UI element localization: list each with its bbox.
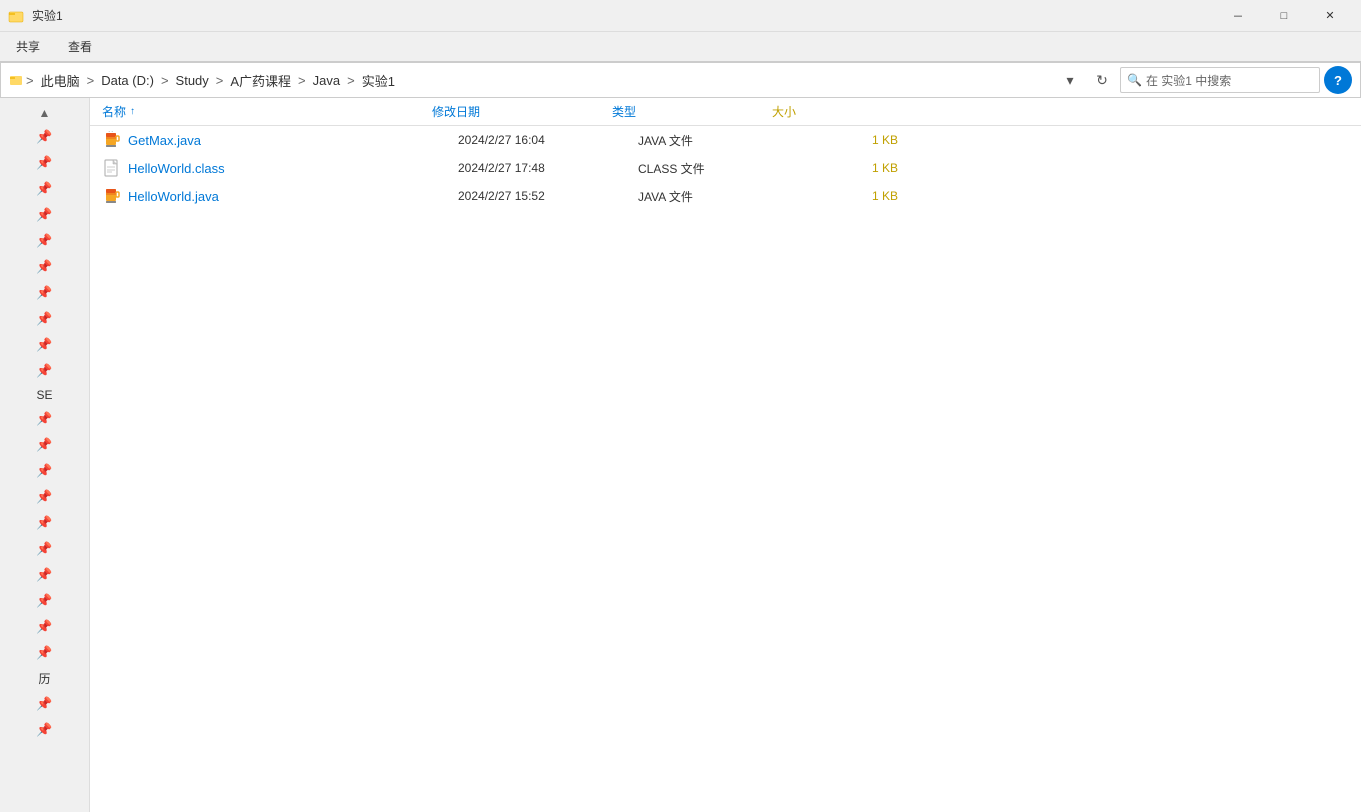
content-area: 名称 ↑ 修改日期 类型 大小 bbox=[90, 98, 1361, 812]
pin-item-14[interactable]: 📌 bbox=[37, 489, 53, 505]
breadcrumb-data[interactable]: Data (D:) bbox=[97, 71, 158, 90]
pin-item-22[interactable]: 📌 bbox=[37, 722, 53, 738]
pin-item-9[interactable]: 📌 bbox=[37, 337, 53, 353]
pin-item-21[interactable]: 📌 bbox=[37, 696, 53, 712]
main-layout: ▲ 📌 📌 📌 📌 📌 📌 📌 📌 📌 📌 SE 📌 📌 📌 📌 📌 📌 📌 📌… bbox=[0, 98, 1361, 812]
close-button[interactable]: ✕ bbox=[1307, 0, 1353, 32]
sep-3: > bbox=[216, 73, 224, 88]
sep-1: > bbox=[87, 73, 95, 88]
col-header-name[interactable]: 名称 ↑ bbox=[102, 103, 432, 120]
maximize-button[interactable]: □ bbox=[1261, 0, 1307, 32]
col-header-size[interactable]: 大小 bbox=[772, 103, 872, 120]
sep-2: > bbox=[161, 73, 169, 88]
breadcrumb-path: > 此电脑 > Data (D:) > Study > A广药课程 > Java… bbox=[9, 69, 1052, 92]
help-button[interactable]: ? bbox=[1324, 66, 1352, 94]
search-icon: 🔍 bbox=[1127, 73, 1142, 87]
breadcrumb-java[interactable]: Java bbox=[309, 71, 344, 90]
left-sidebar: ▲ 📌 📌 📌 📌 📌 📌 📌 📌 📌 📌 SE 📌 📌 📌 📌 📌 📌 📌 📌… bbox=[0, 98, 90, 812]
col-header-date[interactable]: 修改日期 bbox=[432, 103, 612, 120]
window-title: 实验1 bbox=[32, 7, 63, 24]
search-placeholder: 在 实验1 中搜索 bbox=[1146, 72, 1231, 89]
sidebar-label-li: 历 bbox=[38, 670, 50, 687]
breadcrumb-lab1[interactable]: 实验1 bbox=[358, 69, 399, 92]
java-file-icon bbox=[102, 130, 122, 150]
pin-item-13[interactable]: 📌 bbox=[37, 463, 53, 479]
file-type: CLASS 文件 bbox=[638, 160, 798, 177]
pin-item-6[interactable]: 📌 bbox=[37, 259, 53, 275]
pin-item-7[interactable]: 📌 bbox=[37, 285, 53, 301]
ribbon-tab-share[interactable]: 共享 bbox=[12, 36, 44, 57]
ribbon-tab-view[interactable]: 查看 bbox=[64, 36, 96, 57]
column-headers: 名称 ↑ 修改日期 类型 大小 bbox=[90, 98, 1361, 126]
address-bar: > 此电脑 > Data (D:) > Study > A广药课程 > Java… bbox=[0, 62, 1361, 98]
col-header-type[interactable]: 类型 bbox=[612, 103, 772, 120]
file-date: 2024/2/27 17:48 bbox=[458, 161, 638, 175]
pin-item-19[interactable]: 📌 bbox=[37, 619, 53, 635]
pin-item-10[interactable]: 📌 bbox=[37, 363, 53, 379]
table-row[interactable]: GetMax.java 2024/2/27 16:04 JAVA 文件 1 KB bbox=[90, 126, 1361, 154]
pin-item-2[interactable]: 📌 bbox=[37, 155, 53, 171]
ribbon: 共享 查看 bbox=[0, 32, 1361, 62]
pin-item-3[interactable]: 📌 bbox=[37, 181, 53, 197]
breadcrumb-study[interactable]: Study bbox=[172, 71, 213, 90]
sidebar-label-se: SE bbox=[36, 388, 52, 402]
file-type: JAVA 文件 bbox=[638, 188, 798, 205]
pin-item-4[interactable]: 📌 bbox=[37, 207, 53, 223]
pin-item-17[interactable]: 📌 bbox=[37, 567, 53, 583]
file-size: 1 KB bbox=[798, 189, 898, 203]
sort-arrow-icon: ↑ bbox=[130, 106, 135, 117]
refresh-button[interactable]: ↻ bbox=[1088, 66, 1116, 94]
sep-4: > bbox=[298, 73, 306, 88]
address-actions: ▾ ↻ 🔍 在 实验1 中搜索 ? bbox=[1056, 66, 1352, 94]
table-row[interactable]: HelloWorld.class 2024/2/27 17:48 CLASS 文… bbox=[90, 154, 1361, 182]
window-controls: － □ ✕ bbox=[1215, 0, 1353, 32]
file-type: JAVA 文件 bbox=[638, 132, 798, 149]
breadcrumb-pc[interactable]: 此电脑 bbox=[37, 69, 84, 92]
scroll-up-button[interactable]: ▲ bbox=[39, 106, 51, 120]
pin-item-11[interactable]: 📌 bbox=[37, 411, 53, 427]
pin-item-18[interactable]: 📌 bbox=[37, 593, 53, 609]
pin-item-12[interactable]: 📌 bbox=[37, 437, 53, 453]
sep-0: > bbox=[26, 73, 34, 88]
pin-item-16[interactable]: 📌 bbox=[37, 541, 53, 557]
file-date: 2024/2/27 15:52 bbox=[458, 189, 638, 203]
file-name: HelloWorld.class bbox=[128, 161, 458, 176]
table-row[interactable]: HelloWorld.java 2024/2/27 15:52 JAVA 文件 … bbox=[90, 182, 1361, 210]
file-size: 1 KB bbox=[798, 161, 898, 175]
title-bar: 实验1 － □ ✕ bbox=[0, 0, 1361, 32]
java-file-icon-2 bbox=[102, 186, 122, 206]
pin-item-1[interactable]: 📌 bbox=[37, 129, 53, 145]
minimize-button[interactable]: － bbox=[1215, 0, 1261, 32]
file-date: 2024/2/27 16:04 bbox=[458, 133, 638, 147]
dropdown-button[interactable]: ▾ bbox=[1056, 66, 1084, 94]
breadcrumb-course[interactable]: A广药课程 bbox=[226, 69, 295, 92]
breadcrumb-folder-icon bbox=[9, 73, 23, 87]
file-size: 1 KB bbox=[798, 133, 898, 147]
sep-5: > bbox=[347, 73, 355, 88]
pin-item-15[interactable]: 📌 bbox=[37, 515, 53, 531]
class-file-icon bbox=[102, 158, 122, 178]
file-name: GetMax.java bbox=[128, 133, 458, 148]
pin-item-8[interactable]: 📌 bbox=[37, 311, 53, 327]
file-name: HelloWorld.java bbox=[128, 189, 458, 204]
pin-item-5[interactable]: 📌 bbox=[37, 233, 53, 249]
search-box: 🔍 在 实验1 中搜索 bbox=[1120, 67, 1320, 93]
pin-item-20[interactable]: 📌 bbox=[37, 645, 53, 661]
file-list: GetMax.java 2024/2/27 16:04 JAVA 文件 1 KB bbox=[90, 126, 1361, 812]
window-icon bbox=[8, 8, 24, 24]
